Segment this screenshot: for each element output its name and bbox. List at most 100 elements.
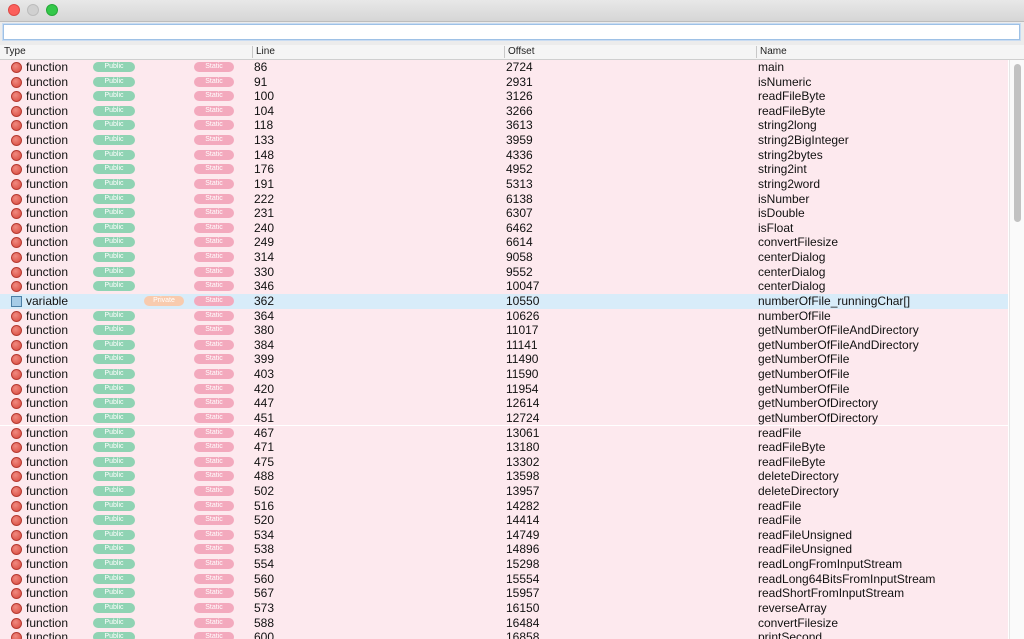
table-row[interactable]: function Public Static 600 16858 printSecond [0,630,1008,639]
offset-value: 11141 [506,337,538,352]
table-row[interactable]: function Public Static 380 11017 getNumberOfF… [0,323,1008,338]
function-icon [11,559,22,571]
table-row[interactable]: function Public Static 384 11141 getNumberOfF… [0,337,1008,353]
function-icon [11,602,22,614]
table-row[interactable]: function Public Static 520 14414 readFile [0,513,1008,528]
table-row[interactable]: function Public Static 573 16150 reverseArray [0,600,1008,616]
symbol-kind: function [26,557,69,572]
line-number: 222 [254,191,275,206]
symbol-name: string2BigInteger [758,133,849,148]
symbol-kind: function [26,235,69,250]
line-number: 538 [254,542,275,557]
table-row[interactable]: function Public Static 467 13061 readFile [0,425,1008,441]
symbol-kind: function [26,454,69,469]
access-badge: Public [93,442,135,453]
table-row[interactable]: function Public Static 330 9552 centerDialog [0,264,1008,280]
line-number: 133 [254,133,275,148]
symbol-name: readShortFromInputStream [758,586,905,601]
offset-value: 14414 [506,513,540,528]
vertical-scrollbar[interactable] [1009,60,1024,639]
symbol-kind: function [26,440,69,455]
table-row[interactable]: variable Private Static 362 10550 numberOfFil… [0,293,1008,309]
function-icon [11,266,22,278]
access-badge: Public [93,617,135,628]
offset-value: 16484 [506,615,540,630]
symbol-kind: function [26,103,69,118]
table-row[interactable]: function Public Static 91 2931 isNumeric [0,74,1008,90]
symbol-kind: function [26,89,69,104]
table-row[interactable]: function Public Static 100 3126 readFileByte [0,89,1008,104]
table-row[interactable]: function Public Static 249 6614 convertFilesi… [0,235,1008,251]
symbol-name: convertFilesize [758,235,839,250]
static-badge: Static [194,617,234,628]
line-number: 520 [254,513,275,528]
table-row[interactable]: function Public Static 364 10626 numberOfFile [0,308,1008,324]
function-icon [11,456,22,468]
line-number: 191 [254,176,275,191]
table-row[interactable]: function Public Static 240 6462 isFloat [0,220,1008,236]
offset-value: 10047 [506,279,540,294]
static-badge: Static [194,500,234,511]
minimize-window-button[interactable] [27,4,39,16]
table-row[interactable]: function Public Static 104 3266 readFileByte [0,103,1008,119]
column-header-line[interactable]: Line [252,45,504,59]
table-row[interactable]: function Public Static 86 2724 main [0,60,1008,75]
line-number: 502 [254,483,275,498]
table-row[interactable]: function Public Static 560 15554 readLong64Bi… [0,571,1008,587]
table-row[interactable]: function Public Static 554 15298 readLongFrom… [0,557,1008,572]
table-row[interactable]: function Public Static 475 13302 readFileByte [0,454,1008,470]
search-input[interactable] [3,24,1020,40]
offset-value: 11017 [506,323,539,338]
offset-value: 6138 [506,191,533,206]
offset-value: 10626 [506,308,540,323]
column-header-offset[interactable]: Offset [504,45,756,59]
table-row[interactable]: function Public Static 314 9058 centerDialog [0,250,1008,265]
symbol-kind: function [26,630,69,639]
function-icon [11,208,22,220]
access-badge: Public [93,178,135,189]
scrollbar-thumb[interactable] [1014,64,1021,222]
table-row[interactable]: function Public Static 538 14896 readFileUnsi… [0,542,1008,558]
table-row[interactable]: function Public Static 420 11954 getNumberOfF… [0,381,1008,397]
table-row[interactable]: function Public Static 567 15957 readShortFro… [0,586,1008,601]
function-icon [11,588,22,600]
table-row[interactable]: function Public Static 133 3959 string2BigInt… [0,133,1008,148]
line-number: 314 [254,250,275,265]
table-row[interactable]: function Public Static 148 4336 string2bytes [0,147,1008,163]
table-row[interactable]: function Public Static 176 4952 string2int [0,162,1008,177]
table-row[interactable]: function Public Static 471 13180 readFileByte [0,440,1008,455]
table-row[interactable]: function Public Static 516 14282 readFile [0,498,1008,514]
static-badge: Static [194,573,234,584]
zoom-window-button[interactable] [46,4,58,16]
offset-value: 3266 [506,103,533,118]
symbol-name: readLong64BitsFromInputStream [758,571,936,586]
table-row[interactable]: function Public Static 588 16484 convertFiles… [0,615,1008,631]
line-number: 91 [254,74,268,89]
table-row[interactable]: function Public Static 488 13598 deleteDirect… [0,469,1008,484]
table-row[interactable]: function Public Static 451 12724 getNumberOfD… [0,410,1008,426]
function-icon [11,632,22,639]
symbol-name: getNumberOfFile [758,352,850,367]
access-badge: Public [93,471,135,482]
table-row[interactable]: function Public Static 191 5313 string2word [0,176,1008,192]
table-row[interactable]: function Public Static 399 11490 getNumberOfF… [0,352,1008,367]
static-badge: Static [194,339,234,350]
table-row[interactable]: function Public Static 346 10047 centerDialog [0,279,1008,294]
close-window-button[interactable] [8,4,20,16]
symbol-kind: function [26,250,69,265]
table-row[interactable]: function Public Static 447 12614 getNumberOfD… [0,396,1008,411]
table-row[interactable]: function Public Static 222 6138 isNumber [0,191,1008,207]
table-row[interactable]: function Public Static 118 3613 string2long [0,118,1008,134]
table-row[interactable]: function Public Static 534 14749 readFileUnsi… [0,527,1008,543]
column-header-name[interactable]: Name [756,45,1008,59]
table-row[interactable]: function Public Static 231 6307 isDouble [0,206,1008,221]
access-badge: Public [93,456,135,467]
table-row[interactable]: function Public Static 502 13957 deleteDirect… [0,483,1008,499]
symbol-name: isDouble [758,206,805,221]
function-icon [11,222,22,234]
offset-value: 15554 [506,571,540,586]
column-header-type[interactable]: Type [0,45,252,59]
symbol-name: readFileByte [758,440,826,455]
table-row[interactable]: function Public Static 403 11590 getNumberOfF… [0,367,1008,382]
symbol-kind: function [26,396,69,411]
